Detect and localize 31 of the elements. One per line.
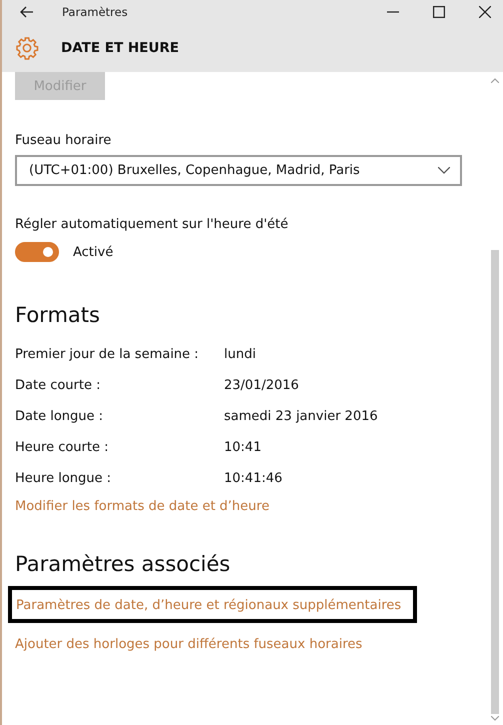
toggle-state: Activé [73,244,114,260]
format-label: Heure longue : [15,470,112,488]
format-label: Heure courte : [15,439,110,457]
dropdown-value: (UTC+01:00) Bruxelles, Copenhague, Madrid, Paris [29,163,361,178]
format-value: 23/01/2016 [224,377,299,395]
format-label: Date longue : [15,408,104,426]
maximize-icon[interactable] [433,6,445,18]
format-value: 10:41 [224,439,262,457]
timezone-dropdown[interactable]: (UTC+01:00) Bruxelles, Copenhague, Madrid, Paris [15,155,462,186]
close-icon[interactable] [479,6,491,18]
format-value: samedi 23 janvier 2016 [224,408,378,426]
scrollbar-thumb[interactable] [491,250,499,714]
link[interactable]: Ajouter des horloges pour différents fuseaux horaires [15,637,362,652]
gear-icon [15,36,39,60]
format-label: Date courte : [15,377,102,395]
page-title: DATE ET HEURE [61,40,179,56]
format-value: 10:41:46 [224,470,282,488]
link[interactable]: Modifier les formats de date et d’heure [15,499,270,514]
section-heading: Paramètres associés [15,552,230,576]
field-label: Fuseau horaire [15,133,112,148]
back-arrow-icon[interactable] [20,6,34,18]
scroll-down-icon[interactable] [491,716,499,721]
format-value: lundi [224,346,256,364]
section-heading: Formats [15,303,100,327]
window-title: Paramètres [62,5,128,19]
toggle-switch[interactable] [15,242,59,262]
format-label: Premier jour de la semaine : [15,346,200,364]
setting-label: Régler automatiquement sur l'heure d'été [15,217,288,232]
caret-icon [438,167,450,174]
link[interactable]: Paramètres de date, d’heure et régionaux supplémentaires [16,598,402,613]
scroll-up-icon[interactable] [491,78,499,83]
